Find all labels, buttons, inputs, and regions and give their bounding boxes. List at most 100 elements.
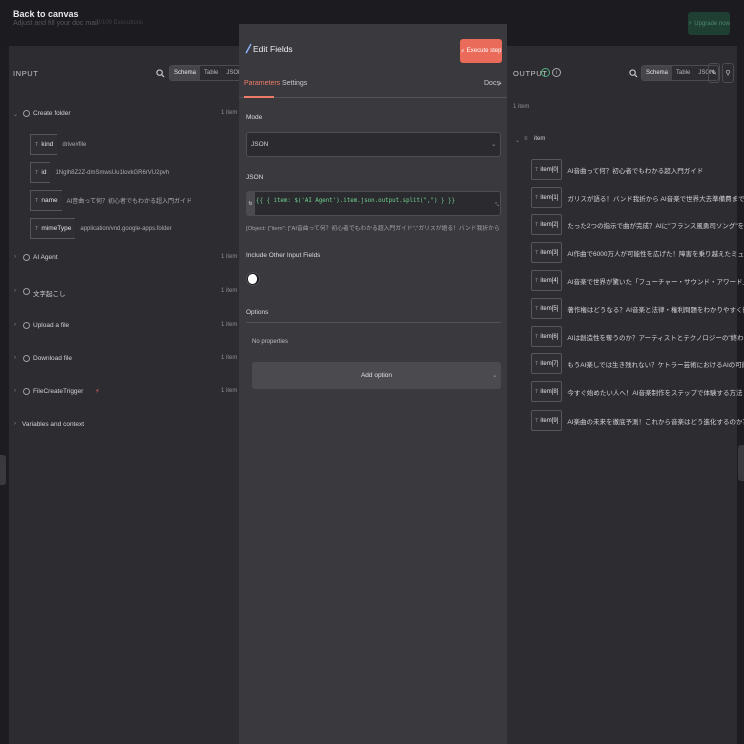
input-tab-table[interactable]: Table <box>200 66 222 80</box>
output-item-9[interactable]: Titem[9] AI楽曲の未来を徹底予測！これから音楽はどう進化するのか？ <box>531 410 744 431</box>
type-text-icon: T <box>35 141 39 148</box>
input-tab-schema[interactable]: Schema <box>170 66 201 80</box>
node-download-file[interactable]: Download file <box>33 355 72 362</box>
field-value: 著作権はどうなる？AI音楽と法律・権利問題をわかりやすく徹底解説 <box>567 306 744 314</box>
variables-and-context[interactable]: Variables and context <box>22 421 84 428</box>
output-root-key[interactable]: item <box>534 136 545 142</box>
mode-select[interactable]: JSON ⌄ <box>246 132 501 157</box>
output-tab-schema[interactable]: Schema <box>642 66 673 80</box>
node-transcribe[interactable]: 文字起こし <box>33 288 66 298</box>
output-item-4[interactable]: Titem[4]AI音楽で世界が驚いた「フューチャー・サウンド・アワード」完全解… <box>531 270 744 291</box>
field-key: item[4] <box>540 277 559 284</box>
output-item-6[interactable]: Titem[6]AIは創造性を奪うのか？アーティストとテクノロジーの"終わらない… <box>531 326 744 347</box>
mode-value: JSON <box>251 141 269 148</box>
schema-field-kind[interactable]: Tkind drive#file <box>30 134 86 155</box>
node-icon <box>23 254 30 261</box>
schema-field-name[interactable]: Tname AI音曲って何？初心者でもわかる超入門ガイド <box>30 190 192 211</box>
node-upload-file[interactable]: Upload a file <box>33 322 69 329</box>
bolt-icon: ⚡ <box>95 388 100 395</box>
node-count: 1 item <box>221 110 238 116</box>
schema-field-id[interactable]: Tid 1Nglh8Z2Z-dmSmwsUu1lovkGR6rVU2pvh <box>30 162 169 183</box>
chevron-right-icon[interactable]: › <box>14 254 16 260</box>
chevron-down-icon[interactable]: ⌄ <box>13 111 18 118</box>
node-icon <box>23 110 30 117</box>
chevron-down-icon[interactable]: ⌄ <box>515 137 520 144</box>
node-ai-agent[interactable]: AI Agent <box>33 254 58 261</box>
chevron-right-icon[interactable]: › <box>14 322 16 328</box>
active-tab-indicator <box>244 96 274 98</box>
execute-step-button[interactable]: ⚡ Execute step <box>460 39 502 63</box>
node-create-folder[interactable]: Create folder <box>33 110 71 117</box>
field-key: item[9] <box>540 417 559 424</box>
panel-title: Edit Fields <box>253 44 293 54</box>
json-label: JSON <box>246 174 264 181</box>
field-value: 1Nglh8Z2Z-dmSmwsUu1lovkGR6rVU2pvh <box>55 169 170 176</box>
field-key: item[2] <box>540 221 559 228</box>
output-item-0[interactable]: Titem[0] AI音曲って何？初心者でもわかる超入門ガイド <box>531 159 703 180</box>
expand-icon[interactable]: ⤡ <box>495 202 499 208</box>
canvas-edge-right[interactable] <box>738 445 744 481</box>
output-item-2[interactable]: Titem[2]たった2つの指示で曲が完成？AIに"フランス風勇司ソング"を作ら… <box>531 214 744 235</box>
include-toggle[interactable] <box>246 272 260 286</box>
canvas-edge-left <box>0 455 6 485</box>
search-icon[interactable] <box>154 67 166 79</box>
add-option-label: Add option <box>360 372 393 379</box>
field-key: kind <box>41 141 54 148</box>
bolt-icon: ⚡ <box>688 21 693 27</box>
chevron-down-icon: ⌄ <box>491 141 497 148</box>
field-key: item[3] <box>540 249 559 256</box>
field-value: ガリスが語る！バンド我折から AI音楽で世界大去準備費までの挑戦 <box>567 195 744 203</box>
output-item-7[interactable]: Titem[7]もうAI楽しでは生き残れない？ケトラー芸術におけるAIの可能性と… <box>531 353 744 374</box>
input-title: INPUT <box>13 69 39 78</box>
chevron-right-icon[interactable]: › <box>14 355 16 361</box>
schema-field-mimetype[interactable]: TmimeType application/vnd.google-apps.fo… <box>30 218 172 239</box>
pencil-icon[interactable]: ✎ <box>708 63 720 83</box>
type-text-icon: T <box>35 197 39 204</box>
chevron-right-icon[interactable]: › <box>14 421 16 427</box>
output-item-5[interactable]: Titem[5]著作権はどうなる？AI音楽と法律・権利問題をわかりやすく徹底解説 <box>531 298 744 319</box>
chevron-right-icon[interactable]: › <box>14 288 16 294</box>
field-key: item[1] <box>540 194 559 201</box>
node-file-create-trigger[interactable]: FileCreateTrigger <box>33 388 83 395</box>
output-panel: OUTPUT ✓ i Schema Table JSON ✎ ⚲ 1 item … <box>507 46 744 744</box>
output-tab-table[interactable]: Table <box>672 66 694 80</box>
pencil-icon <box>244 42 252 54</box>
back-to-canvas-link[interactable]: Back to canvas <box>13 9 79 19</box>
fx-icon: fx <box>246 191 255 216</box>
field-key: mimeType <box>41 225 72 232</box>
no-properties-text: No properties <box>252 339 289 345</box>
field-key: name <box>41 197 58 204</box>
output-item-3[interactable]: Titem[3]AI作曲で6000万人が可能性を広げた！障害を乗り越えたミュージ… <box>531 242 744 263</box>
input-panel: INPUT Schema Table JSON ⌄ Create folder … <box>9 46 248 744</box>
edit-fields-panel: Edit Fields ⚡ Execute step Parameters Se… <box>239 24 507 744</box>
field-value: AIは創造性を奪うのか？アーティストとテクノロジーの"終わらない議論" <box>567 334 744 342</box>
field-value: たった2つの指示で曲が完成？AIに"フランス風勇司ソング"を作らせてみた結果がヤ… <box>567 222 744 230</box>
node-icon <box>23 288 30 295</box>
output-item-8[interactable]: Titem[8] 今すぐ始めたい人へ！AI音楽制作をステップで体験する方法 <box>531 381 743 402</box>
node-icon <box>23 355 30 362</box>
add-option-button[interactable]: Add option ⌄ <box>252 362 501 389</box>
field-value: もうAI楽しでは生き残れない？ケトラー芸術におけるAIの可能性と未来 <box>567 361 744 369</box>
info-icon: i <box>552 68 561 77</box>
input-view-switch: Schema Table JSON <box>169 65 248 81</box>
divider <box>246 322 501 323</box>
output-item-count: 1 item <box>513 104 530 110</box>
include-label: Include Other Input Fields <box>246 252 321 259</box>
bolt-icon: ⚡ <box>460 48 465 55</box>
node-icon <box>23 322 30 329</box>
search-icon[interactable] <box>627 67 639 79</box>
field-key: item[8] <box>540 388 559 395</box>
executions-count: 0/100 Executions <box>97 20 144 26</box>
output-item-1[interactable]: Titem[1]ガリスが語る！バンド我折から AI音楽で世界大去準備費までの挑戦 <box>531 187 744 208</box>
field-value: drive#file <box>62 141 87 148</box>
tab-parameters[interactable]: Parameters <box>244 80 280 87</box>
upgrade-button[interactable]: ⚡ Upgrade now <box>688 12 730 35</box>
field-key: item[7] <box>540 360 559 367</box>
tab-settings[interactable]: Settings <box>282 80 307 87</box>
field-value: AI作曲で6000万人が可能性を広げた！障害を乗り越えたミュージシャンの感動秘話 <box>567 250 744 258</box>
mode-label: Mode <box>246 114 263 121</box>
options-label: Options <box>246 309 269 316</box>
field-value: AI音楽で世界が驚いた「フューチャー・サウンド・アワード」完全解説 <box>567 278 744 286</box>
chevron-right-icon[interactable]: › <box>14 388 16 394</box>
pin-icon[interactable]: ⚲ <box>722 63 734 83</box>
